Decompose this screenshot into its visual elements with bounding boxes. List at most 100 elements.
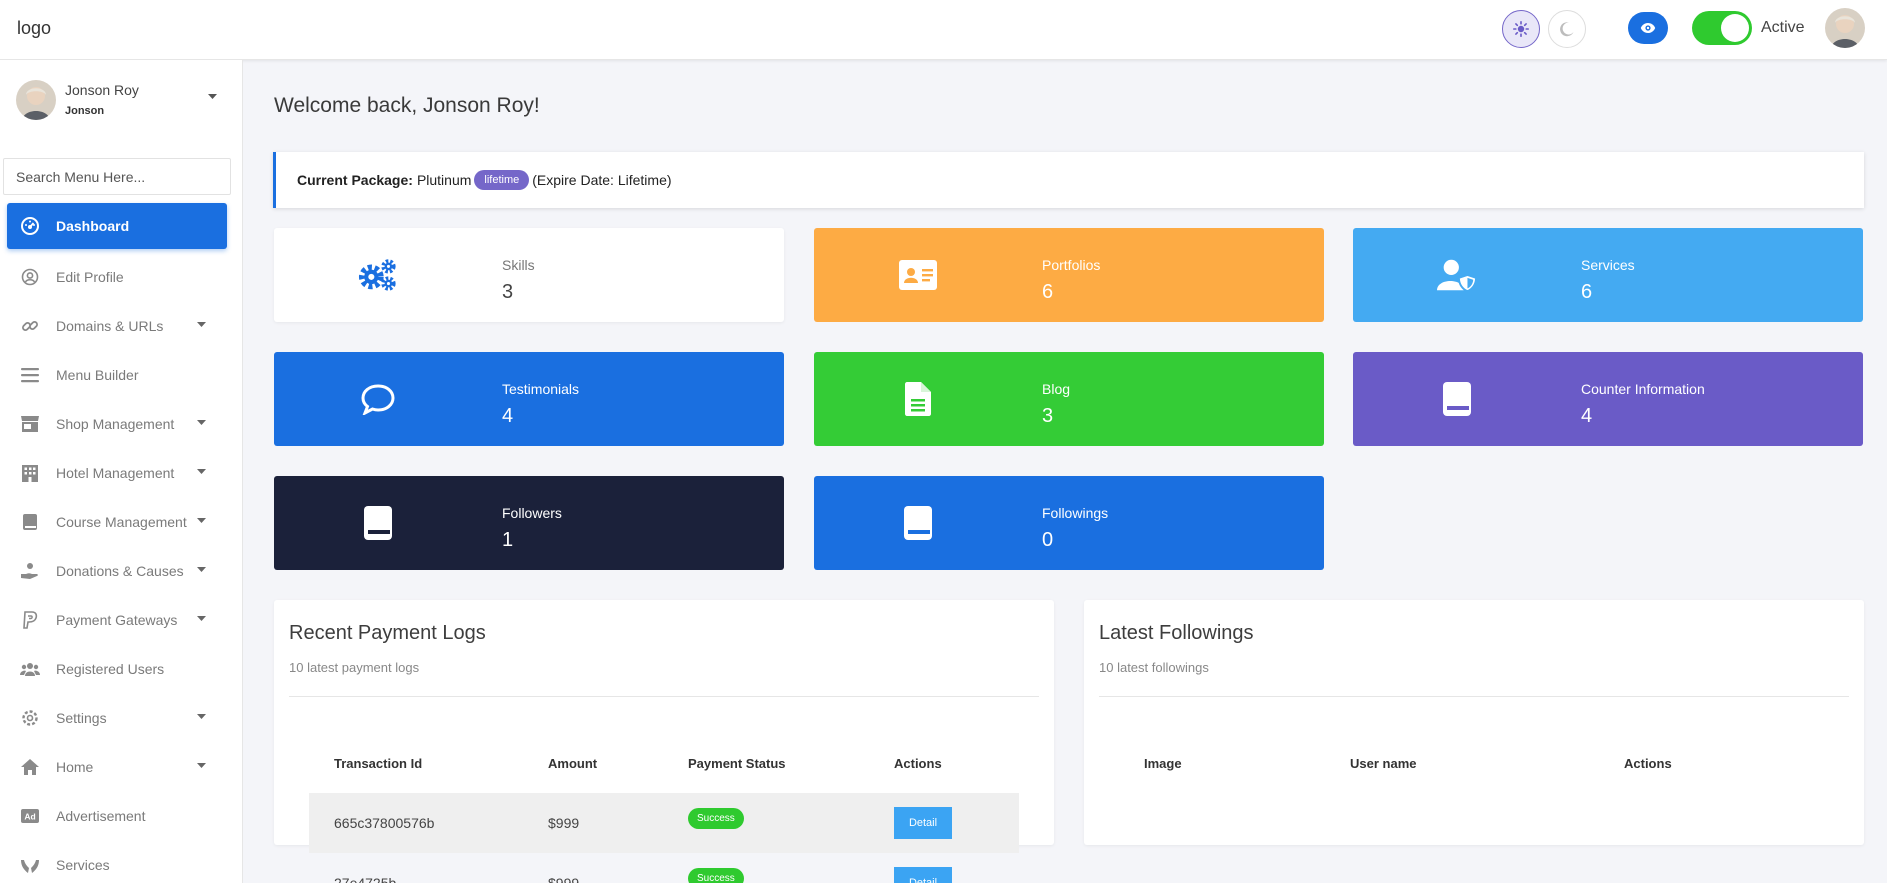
- status-badge: Success: [688, 868, 744, 883]
- sidebar-item-label: Hotel Management: [56, 464, 175, 481]
- book-icon: [358, 503, 398, 543]
- view-site-button[interactable]: [1628, 12, 1668, 44]
- followings-panel: Latest Followings 10 latest followings I…: [1084, 600, 1864, 845]
- sidebar-avatar: [16, 80, 56, 120]
- sidebar-item-course-management[interactable]: Course Management: [0, 497, 243, 546]
- sidebar-item-label: Course Management: [56, 513, 187, 530]
- table-header: Amount: [548, 756, 598, 771]
- sidebar-item-payment-gateways[interactable]: Payment Gateways: [0, 595, 243, 644]
- panel-title: Latest Followings: [1099, 622, 1254, 644]
- sidebar-user[interactable]: Jonson Roy Jonson: [16, 80, 226, 120]
- sidebar-item-donations[interactable]: Donations & Causes: [0, 546, 243, 595]
- panel-subtitle: 10 latest followings: [1099, 660, 1209, 675]
- comment-icon: [358, 379, 398, 419]
- detail-button[interactable]: Detail: [894, 807, 952, 839]
- stat-value: 3: [1042, 405, 1054, 427]
- sidebar-item-label: Settings: [56, 709, 107, 726]
- logo[interactable]: logo: [17, 18, 51, 39]
- stat-value: 4: [1581, 405, 1593, 427]
- sidebar-item-edit-profile[interactable]: Edit Profile: [0, 252, 243, 301]
- sidebar-item-label: Menu Builder: [56, 366, 139, 383]
- file-icon: [898, 379, 938, 419]
- sidebar-item-advertisement[interactable]: Ad Advertisement: [0, 791, 243, 840]
- sidebar-item-home[interactable]: Home: [0, 742, 243, 791]
- sidebar-username: Jonson: [65, 105, 105, 117]
- chevron-down-icon: [197, 469, 206, 474]
- current-package-banner: Current Package: Plutinum lifetime (Expi…: [273, 152, 1864, 208]
- chevron-down-icon: [197, 420, 206, 425]
- table-row: 665c37800576b $999 Success Detail: [309, 793, 1019, 853]
- stat-card-counter-information[interactable]: Counter Information 4: [1353, 352, 1863, 446]
- stat-label: Followers: [502, 505, 562, 521]
- sidebar-item-hotel-management[interactable]: Hotel Management: [0, 448, 243, 497]
- sidebar: Jonson Roy Jonson Dashboard Edit Profile…: [0, 60, 243, 883]
- bars-icon: [20, 365, 40, 385]
- package-name: Plutinum: [416, 172, 472, 188]
- sidebar-item-domains[interactable]: Domains & URLs: [0, 301, 243, 350]
- package-badge: lifetime: [474, 170, 530, 190]
- svg-text:Ad: Ad: [24, 811, 35, 821]
- stat-label: Portfolios: [1042, 257, 1101, 273]
- chevron-down-icon[interactable]: [208, 94, 217, 100]
- sidebar-item-settings[interactable]: Settings: [0, 693, 243, 742]
- stat-card-services[interactable]: Services 6: [1353, 228, 1863, 322]
- table-header: Image: [1144, 756, 1182, 771]
- status-toggle[interactable]: [1692, 11, 1752, 45]
- sidebar-item-label: Edit Profile: [56, 268, 124, 285]
- stat-card-skills[interactable]: Skills 3: [274, 228, 784, 322]
- sidebar-item-registered-users[interactable]: Registered Users: [0, 644, 243, 693]
- payment-logs-panel: Recent Payment Logs 10 latest payment lo…: [274, 600, 1054, 883]
- moon-icon: [1560, 22, 1574, 37]
- amount: $999: [548, 875, 580, 883]
- chevron-down-icon: [197, 322, 206, 327]
- book-icon: [1437, 379, 1477, 419]
- top-bar: logo Active: [0, 0, 1887, 60]
- sidebar-item-label: Donations & Causes: [56, 562, 184, 579]
- table-header: Payment Status: [688, 756, 786, 771]
- ad-icon: Ad: [20, 806, 40, 826]
- user-avatar[interactable]: [1825, 8, 1865, 48]
- book-icon: [898, 503, 938, 543]
- divider: [1099, 696, 1849, 697]
- divider: [289, 696, 1039, 697]
- stat-card-followers[interactable]: Followers 1: [274, 476, 784, 570]
- sidebar-item-services[interactable]: Services: [0, 840, 243, 883]
- stat-value: 4: [502, 405, 514, 427]
- stat-card-blog[interactable]: Blog 3: [814, 352, 1324, 446]
- toggle-knob: [1721, 14, 1749, 42]
- light-theme-button[interactable]: [1502, 10, 1540, 48]
- id-card-icon: [898, 255, 938, 295]
- sidebar-item-shop-management[interactable]: Shop Management: [0, 399, 243, 448]
- sidebar-item-dashboard[interactable]: Dashboard: [7, 203, 227, 249]
- stat-label: Blog: [1042, 381, 1071, 397]
- stat-value: 6: [1042, 281, 1054, 303]
- hands-icon: [20, 855, 40, 875]
- sidebar-item-label: Dashboard: [56, 218, 130, 234]
- stat-value: 3: [502, 281, 514, 303]
- sidebar-item-label: Domains & URLs: [56, 317, 164, 334]
- chevron-down-icon: [197, 567, 206, 572]
- stat-card-portfolios[interactable]: Portfolios 6: [814, 228, 1324, 322]
- stat-label: Counter Information: [1581, 381, 1705, 397]
- chevron-down-icon: [197, 714, 206, 719]
- table-header: Transaction Id: [334, 756, 423, 771]
- gear-icon: [20, 708, 40, 728]
- search-menu-input[interactable]: [3, 158, 231, 195]
- eye-icon: [1640, 23, 1656, 33]
- table-header: Actions: [1624, 756, 1672, 771]
- chevron-down-icon: [197, 518, 206, 523]
- detail-button[interactable]: Detail: [894, 867, 952, 883]
- sidebar-item-label: Services: [56, 856, 110, 873]
- dark-theme-button[interactable]: [1548, 10, 1586, 48]
- sidebar-item-label: Payment Gateways: [56, 611, 178, 628]
- stat-card-followings[interactable]: Followings 0: [814, 476, 1324, 570]
- stat-label: Followings: [1042, 505, 1109, 521]
- home-icon: [20, 757, 40, 777]
- stat-value: 0: [1042, 529, 1054, 551]
- sidebar-item-label: Shop Management: [56, 415, 175, 432]
- stat-value: 6: [1581, 281, 1593, 303]
- stat-label: Skills: [502, 257, 535, 273]
- sidebar-user-name: Jonson Roy: [65, 82, 139, 98]
- sidebar-item-menu-builder[interactable]: Menu Builder: [0, 350, 243, 399]
- stat-card-testimonials[interactable]: Testimonials 4: [274, 352, 784, 446]
